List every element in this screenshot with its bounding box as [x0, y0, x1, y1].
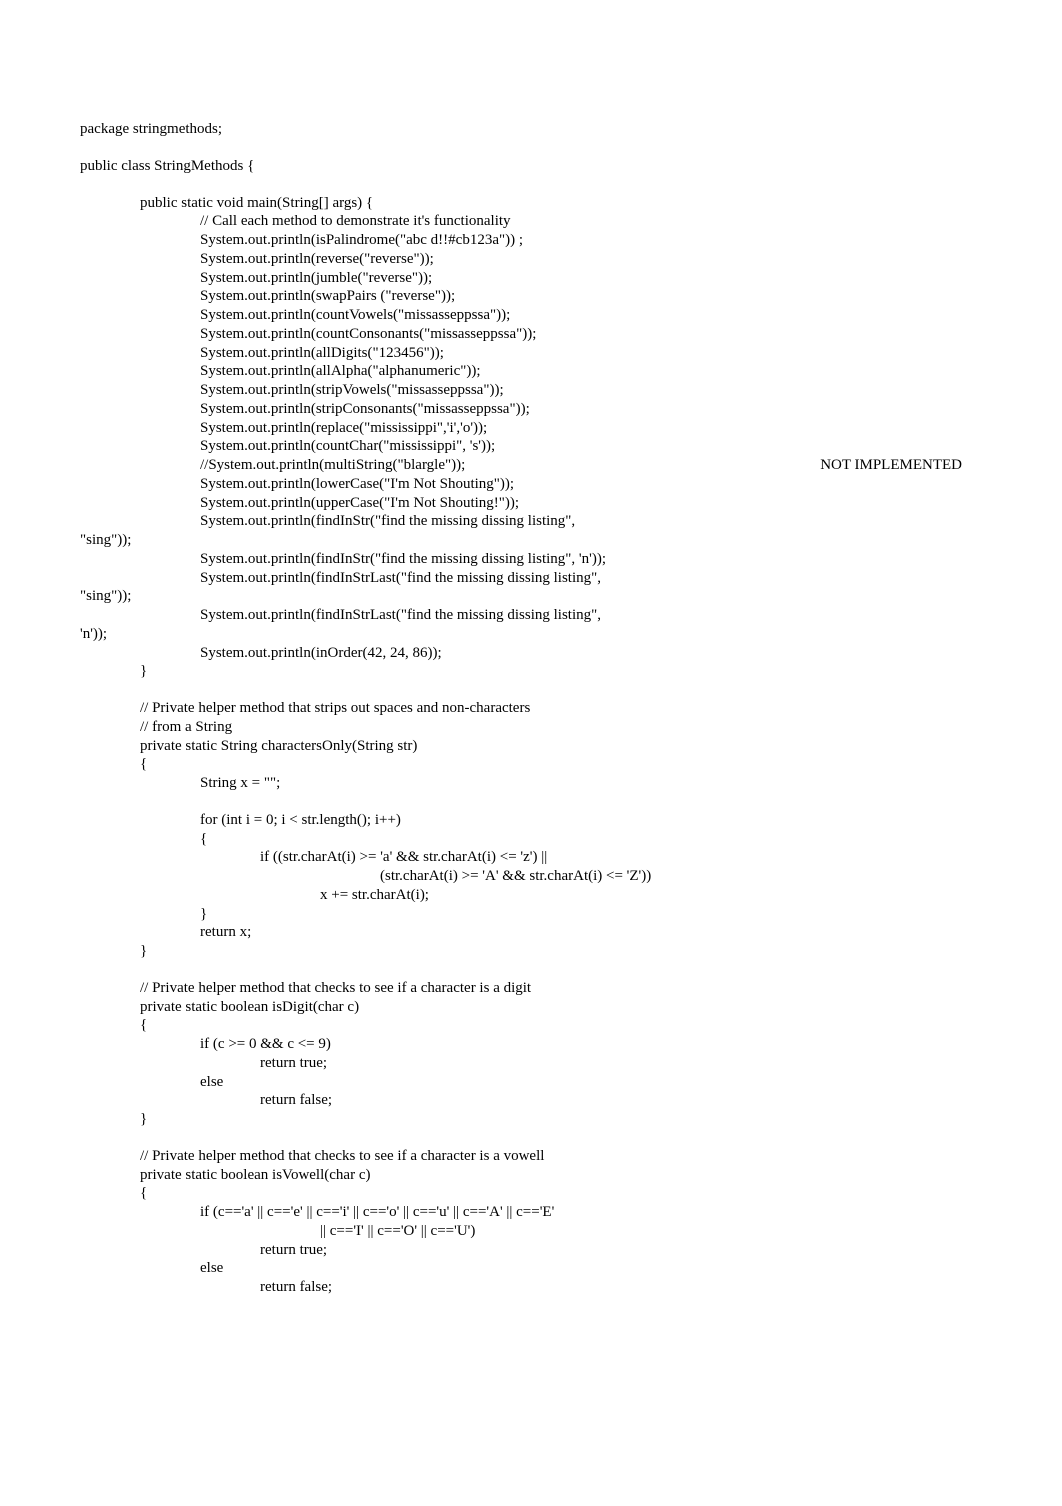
code-line: System.out.println(reverse("reverse")); — [80, 250, 982, 269]
code-line: System.out.println(countChar("mississipp… — [80, 437, 982, 456]
code-line: System.out.println(countConsonants("miss… — [80, 325, 982, 344]
open-brace: { — [80, 1016, 982, 1035]
commented-code: //System.out.println(multiString("blargl… — [200, 456, 465, 475]
wrapped-code: 'n')); — [80, 625, 982, 644]
code-line-with-annotation: //System.out.println(multiString("blargl… — [80, 456, 982, 475]
close-brace: } — [80, 942, 982, 961]
return-statement: return true; — [80, 1241, 982, 1260]
class-declaration: public class StringMethods { — [80, 157, 982, 176]
code-line: System.out.println(upperCase("I'm Not Sh… — [80, 494, 982, 513]
method-declaration: private static boolean isDigit(char c) — [80, 998, 982, 1017]
method-declaration: private static boolean isVowell(char c) — [80, 1166, 982, 1185]
close-brace: } — [80, 662, 982, 681]
code-line: System.out.println(allDigits("123456")); — [80, 344, 982, 363]
close-brace: } — [80, 1110, 982, 1129]
code-document: package stringmethods; public class Stri… — [0, 0, 1062, 1347]
else-statement: else — [80, 1259, 982, 1278]
close-brace: } — [80, 905, 982, 924]
code-comment: // Private helper method that strips out… — [80, 699, 982, 718]
return-statement: return x; — [80, 923, 982, 942]
if-statement: if ((str.charAt(i) >= 'a' && str.charAt(… — [80, 848, 982, 867]
else-statement: else — [80, 1073, 982, 1092]
code-line: System.out.println(inOrder(42, 24, 86)); — [80, 644, 982, 663]
wrapped-code: "sing")); — [80, 531, 982, 550]
package-statement: package stringmethods; — [80, 120, 982, 139]
code-line: System.out.println(isPalindrome("abc d!!… — [80, 231, 982, 250]
open-brace: { — [80, 755, 982, 774]
code-line: System.out.println(stripConsonants("miss… — [80, 400, 982, 419]
wrapped-code: "sing")); — [80, 587, 982, 606]
code-line: System.out.println(countVowels("missasse… — [80, 306, 982, 325]
code-line: System.out.println(findInStrLast("find t… — [80, 606, 982, 625]
code-line: System.out.println(findInStr("find the m… — [80, 512, 982, 531]
code-line: System.out.println(findInStrLast("find t… — [80, 569, 982, 588]
method-declaration: private static String charactersOnly(Str… — [80, 737, 982, 756]
code-line: System.out.println(stripVowels("missasse… — [80, 381, 982, 400]
code-line: System.out.println(lowerCase("I'm Not Sh… — [80, 475, 982, 494]
return-statement: return false; — [80, 1278, 982, 1297]
code-comment: // Private helper method that checks to … — [80, 979, 982, 998]
return-statement: return false; — [80, 1091, 982, 1110]
if-continuation: (str.charAt(i) >= 'A' && str.charAt(i) <… — [80, 867, 982, 886]
code-line: x += str.charAt(i); — [80, 886, 982, 905]
code-line: System.out.println(jumble("reverse")); — [80, 269, 982, 288]
main-method-declaration: public static void main(String[] args) { — [80, 194, 982, 213]
code-line: System.out.println(replace("mississippi"… — [80, 419, 982, 438]
annotation-text: NOT IMPLEMENTED — [820, 456, 982, 475]
for-loop: for (int i = 0; i < str.length(); i++) — [80, 811, 982, 830]
code-comment: // from a String — [80, 718, 982, 737]
if-statement: if (c=='a' || c=='e' || c=='i' || c=='o'… — [80, 1203, 982, 1222]
code-line: System.out.println(swapPairs ("reverse")… — [80, 287, 982, 306]
return-statement: return true; — [80, 1054, 982, 1073]
if-continuation: || c=='I' || c=='O' || c=='U') — [80, 1222, 982, 1241]
open-brace: { — [80, 830, 982, 849]
code-comment: // Private helper method that checks to … — [80, 1147, 982, 1166]
code-line: String x = ""; — [80, 774, 982, 793]
code-line: System.out.println(findInStr("find the m… — [80, 550, 982, 569]
code-comment: // Call each method to demonstrate it's … — [80, 212, 982, 231]
open-brace: { — [80, 1184, 982, 1203]
if-statement: if (c >= 0 && c <= 9) — [80, 1035, 982, 1054]
code-line: System.out.println(allAlpha("alphanumeri… — [80, 362, 982, 381]
